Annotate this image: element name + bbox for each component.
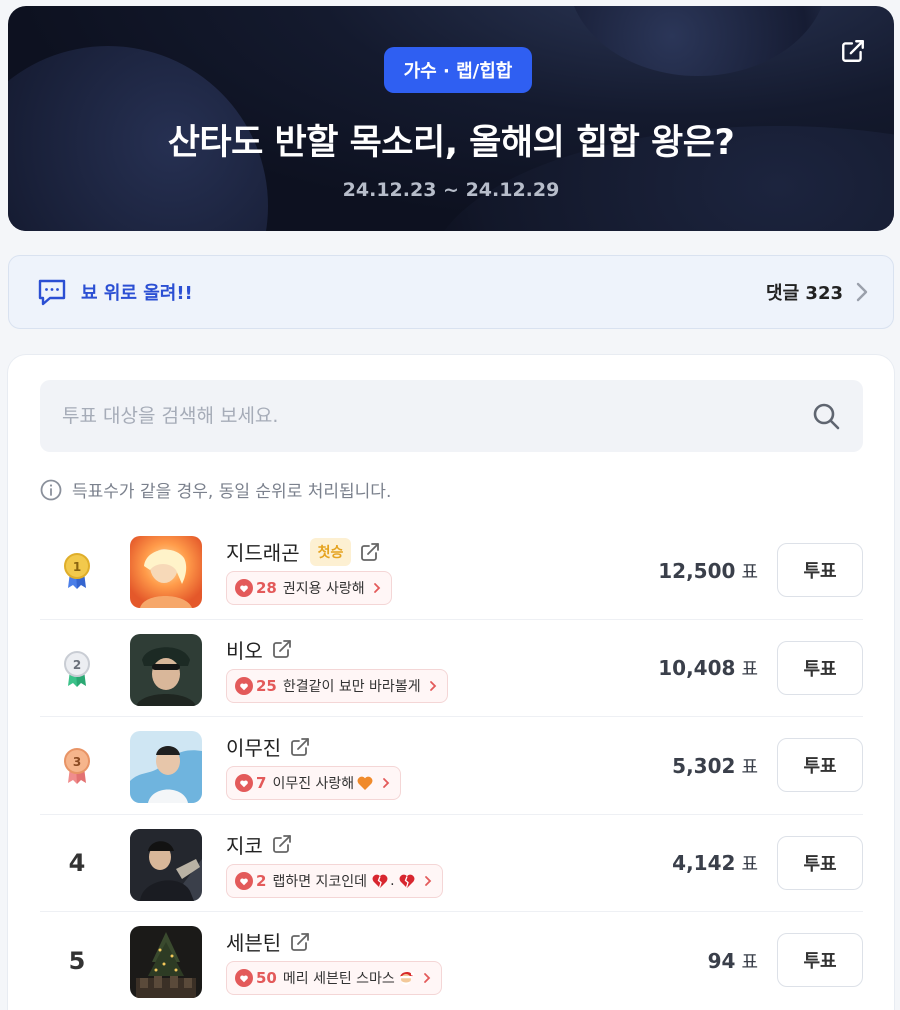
ranking-row: 5 세븐틴 50 메리 세븐틴 스마스 94 표 투표	[40, 912, 863, 1010]
heart-icon	[235, 774, 253, 792]
artist-name: 지드래곤	[226, 541, 300, 565]
external-link-icon[interactable]	[289, 931, 311, 953]
chat-bubble-icon	[38, 279, 66, 306]
avatar[interactable]	[130, 633, 202, 706]
avatar[interactable]	[130, 926, 202, 998]
svg-text:3: 3	[73, 755, 81, 769]
artist-name: 세븐틴	[226, 931, 282, 955]
artist-name: 지코	[226, 833, 263, 858]
date-range: 24.12.23 ~ 24.12.29	[342, 179, 560, 201]
share-button[interactable]	[838, 36, 868, 66]
vote-button[interactable]: 투표	[777, 835, 863, 890]
vote-count: 94 표	[707, 948, 758, 973]
cheer-count: 2	[256, 871, 267, 890]
avatar[interactable]	[130, 536, 202, 608]
ranking-row: 1 지드래곤 첫승 28 권지용 사랑해 12,500 표 투표	[40, 522, 863, 620]
page-title: 산타도 반할 목소리, 올해의 힙합 왕은?	[167, 123, 735, 163]
cheer-text: 권지용 사랑해	[282, 581, 365, 597]
category-chip: 가수 · 랩/힙합	[384, 47, 532, 93]
vote-button[interactable]: 투표	[777, 543, 863, 597]
vote-banner: 가수 · 랩/힙합 산타도 반할 목소리, 올해의 힙합 왕은? 24.12.2…	[8, 6, 894, 231]
svg-text:2: 2	[73, 658, 81, 672]
comment-count: 댓글 323	[766, 283, 843, 304]
heart-icon	[235, 871, 253, 890]
chevron-right-icon	[429, 680, 436, 691]
vote-count: 4,142 표	[672, 851, 758, 875]
orange-heart-icon	[357, 776, 373, 790]
cheer-message[interactable]: 25 한결같이 뵤만 바라볼게	[226, 668, 448, 703]
cheer-count: 50	[256, 969, 277, 987]
santa-face-icon	[399, 971, 414, 985]
heart-icon	[235, 579, 253, 597]
rank-number: 5	[68, 946, 86, 975]
cheer-message[interactable]: 28 권지용 사랑해	[226, 571, 392, 605]
info-icon	[40, 479, 62, 500]
first-win-badge: 첫승	[309, 537, 352, 566]
silver-medal-icon: 2	[64, 650, 90, 687]
top-comment: 뵤 위로 올려!!	[81, 283, 193, 304]
vote-count: 12,500 표	[658, 558, 758, 583]
broken-heart-icon	[372, 874, 388, 888]
cheer-text: 메리 세븐틴 스마스	[282, 971, 395, 987]
cheer-message[interactable]: 7 이무진 사랑해	[226, 766, 402, 800]
external-link-icon[interactable]	[289, 736, 311, 758]
external-link-icon[interactable]	[271, 833, 293, 855]
vote-count: 5,302 표	[672, 753, 758, 778]
cheer-text: 이무진 사랑해	[272, 776, 355, 792]
ranking-list: 1 지드래곤 첫승 28 권지용 사랑해 12,500 표 투표 2 비오 25…	[40, 522, 863, 1010]
vote-button[interactable]: 투표	[777, 738, 863, 792]
cheer-count: 7	[256, 774, 267, 792]
chevron-right-icon	[373, 583, 380, 593]
avatar[interactable]	[130, 731, 202, 803]
ranking-row: 3 이무진 7 이무진 사랑해 5,302 표 투표	[40, 717, 863, 815]
chevron-right-icon	[383, 778, 390, 788]
vote-count: 10,408 표	[658, 656, 758, 680]
chevron-right-icon	[856, 282, 868, 302]
cheer-count: 28	[256, 579, 277, 597]
search-box	[40, 380, 863, 452]
comment-bar[interactable]: 뵤 위로 올려!! 댓글 323	[8, 255, 894, 329]
cheer-message[interactable]: 50 메리 세븐틴 스마스	[226, 961, 442, 995]
cheer-text: 랩하면 지코인데	[272, 873, 368, 890]
artist-name: 비오	[226, 638, 263, 663]
rank-number: 4	[68, 849, 86, 877]
avatar[interactable]	[130, 828, 202, 901]
external-link-icon	[842, 40, 864, 62]
heart-icon	[235, 676, 253, 695]
ranking-row: 4 지코 2 랩하면 지코인데 . 4,142 표 투표	[40, 815, 863, 912]
cheer-message[interactable]: 2 랩하면 지코인데 .	[226, 863, 443, 898]
external-link-icon[interactable]	[359, 541, 381, 563]
search-input[interactable]	[62, 405, 811, 427]
gold-medal-icon: 1	[64, 553, 90, 589]
cheer-text: 한결같이 뵤만 바라볼게	[282, 678, 421, 695]
vote-button[interactable]: 투표	[777, 933, 863, 987]
notice-text: 득표수가 같을 경우, 동일 순위로 처리됩니다.	[72, 482, 392, 502]
bronze-medal-icon: 3	[64, 748, 90, 784]
ranking-row: 2 비오 25 한결같이 뵤만 바라볼게 10,408 표 투표	[40, 620, 863, 717]
broken-heart-icon	[399, 874, 414, 888]
artist-name: 이무진	[226, 736, 282, 760]
svg-text:1: 1	[73, 560, 81, 574]
heart-icon	[235, 969, 253, 987]
chevron-right-icon	[423, 973, 431, 983]
cheer-count: 25	[256, 676, 277, 695]
external-link-icon[interactable]	[271, 638, 293, 660]
vote-button[interactable]: 투표	[777, 640, 863, 695]
search-icon[interactable]	[811, 401, 841, 431]
ranking-card: 득표수가 같을 경우, 동일 순위로 처리됩니다. 1 지드래곤	[8, 355, 894, 1010]
tie-notice: 득표수가 같을 경우, 동일 순위로 처리됩니다.	[40, 477, 391, 502]
chevron-right-icon	[424, 875, 431, 886]
